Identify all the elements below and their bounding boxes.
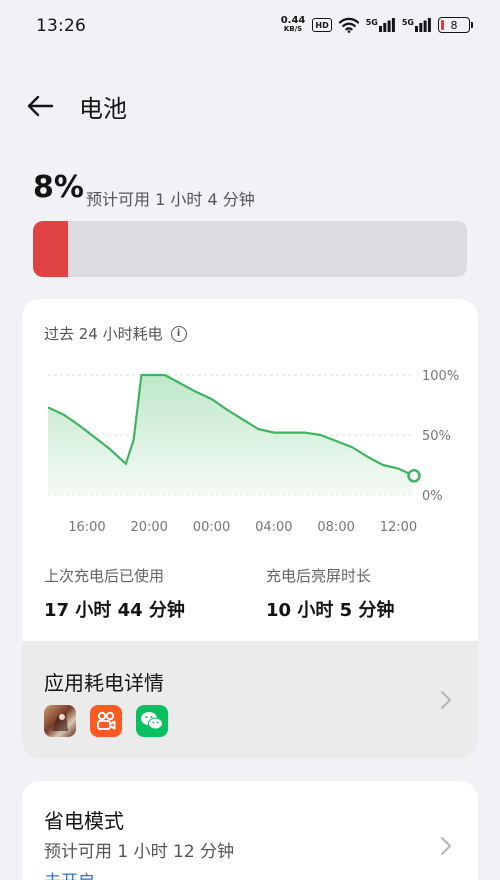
usage-card: 过去 24 小时耗电 i 100% 50% 0% 16:00 20:00 00:00 04:… [22, 299, 478, 759]
battery-level-bar [33, 221, 467, 277]
video-app-icon [90, 705, 122, 737]
chart-x-tick: 20:00 [130, 520, 167, 535]
chart-x-tick: 08:00 [317, 520, 354, 535]
power-saving-title: 省电模式 [44, 809, 124, 833]
network-speed-unit: KB/S [283, 25, 303, 33]
back-arrow-icon [27, 95, 54, 117]
status-time: 13:26 [36, 16, 86, 36]
chart-y-tick: 50% [422, 429, 451, 444]
chevron-right-icon [441, 691, 451, 709]
chart-x-tick: 12:00 [380, 520, 417, 535]
network-speed: 0.44 KB/S [280, 15, 306, 34]
stat-since-charge-value: 17 小时 44 分钟 [44, 600, 185, 621]
chart-x-tick: 00:00 [193, 520, 230, 535]
usage-title-row: 过去 24 小时耗电 i [44, 323, 187, 344]
chevron-right-icon [441, 837, 451, 855]
chart-x-tick: 04:00 [255, 520, 292, 535]
power-saving-estimate: 预计可用 1 小时 12 分钟 [44, 842, 235, 862]
power-saving-card[interactable]: 省电模式 预计可用 1 小时 12 分钟 未开启 [22, 781, 478, 880]
info-icon[interactable]: i [170, 325, 187, 342]
back-button[interactable] [20, 88, 60, 124]
usage-chart: 100% 50% 0% 16:00 20:00 00:00 04:00 08:00 12:00 [47, 369, 459, 535]
battery-estimate: 预计可用 1 小时 4 分钟 [86, 190, 255, 209]
power-saving-status: 未开启 [44, 867, 95, 880]
chart-y-tick: 0% [422, 489, 443, 504]
app-usage-detail-row[interactable]: 应用耗电详情 [22, 641, 478, 759]
network-speed-value: 0.44 [280, 15, 306, 26]
battery-status-icon: 8 [438, 17, 473, 33]
chart-y-tick: 100% [422, 369, 459, 384]
stat-since-charge-label: 上次充电后已使用 [44, 567, 165, 585]
signal-bars-icon [378, 18, 395, 32]
chart-current-point [407, 469, 421, 483]
stat-screen-on-label: 充电后亮屏时长 [266, 567, 372, 585]
hd-icon: HD [312, 18, 332, 32]
sim2-network-tag: 5G [401, 18, 414, 27]
sim1-network-tag: 5G [365, 18, 378, 27]
signal-bars-icon [415, 18, 431, 32]
wechat-icon [136, 705, 168, 737]
game-app-icon [44, 705, 76, 737]
app-icon-list [44, 705, 168, 737]
status-bar: 13:26 0.44 KB/S HD 5G 5G 8 [0, 0, 500, 56]
signal-sim1: 5G [366, 18, 395, 32]
stat-screen-on: 充电后亮屏时长 10 小时 5 分钟 [266, 565, 394, 622]
battery-level-fill [33, 221, 68, 277]
status-icons: 0.44 KB/S HD 5G 5G 8 [280, 15, 473, 34]
battery-percent: 8% [33, 170, 84, 205]
chart-x-tick: 16:00 [68, 520, 105, 535]
app-usage-detail-title: 应用耗电详情 [44, 671, 164, 695]
usage-title: 过去 24 小时耗电 [44, 325, 163, 343]
wifi-icon [338, 17, 359, 33]
stat-screen-on-value: 10 小时 5 分钟 [266, 600, 395, 621]
signal-sim2: 5G [402, 18, 431, 32]
battery-status-level: 8 [450, 18, 458, 32]
stat-since-charge: 上次充电后已使用 17 小时 44 分钟 [44, 565, 185, 622]
page-title: 电池 [79, 95, 127, 123]
